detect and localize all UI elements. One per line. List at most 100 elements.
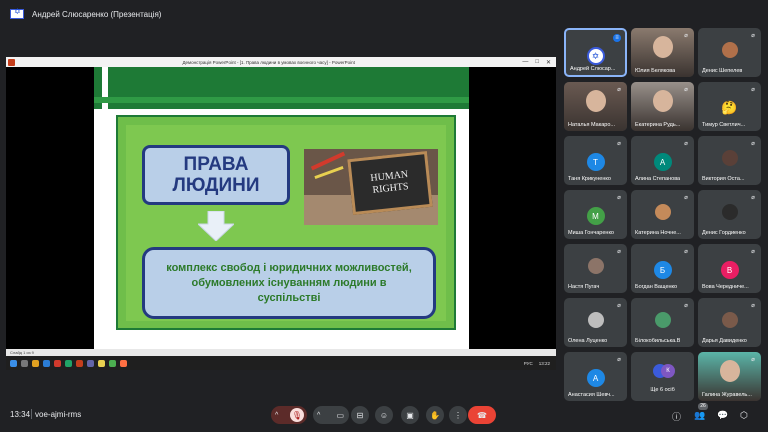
participant-name: Вова Чередниче... bbox=[702, 284, 749, 290]
avatar-photo bbox=[721, 42, 738, 58]
more-vert-icon: ⋮ bbox=[454, 410, 462, 420]
microphone-off-icon[interactable]: 🎙 bbox=[290, 408, 304, 422]
avatar-photo bbox=[654, 312, 671, 328]
human-rights-chalk-text: HUMAN RIGHTS bbox=[369, 169, 410, 196]
avatar-photo bbox=[721, 312, 738, 328]
participant-tile[interactable]: Т ⌀ Таня Крикуненко bbox=[564, 136, 627, 185]
powerpoint-taskbar-icon[interactable] bbox=[76, 359, 83, 367]
more-options-button[interactable]: ⋮ bbox=[449, 406, 467, 424]
meeting-time: 13:34 bbox=[10, 410, 31, 419]
israel-flag-icon bbox=[10, 7, 24, 19]
participant-tile[interactable]: ⌀ Настя Пугач bbox=[564, 244, 627, 293]
raise-hand-button[interactable]: ✋ bbox=[426, 406, 444, 424]
avatar-photo bbox=[652, 36, 673, 58]
activities-icon[interactable]: ⬡ bbox=[740, 410, 748, 421]
microphone-off-icon: ⌀ bbox=[617, 357, 621, 363]
participant-name: Андрей Слюсар... bbox=[570, 66, 616, 72]
participant-count-badge: 26 bbox=[698, 403, 708, 410]
avatar-initial: К bbox=[661, 364, 675, 378]
participant-tile[interactable]: ⌀ Галина Журавель... bbox=[698, 352, 761, 401]
participant-tile[interactable]: ✡ ≡ Андрей Слюсар... bbox=[564, 28, 627, 77]
participant-tile[interactable]: ⌀ Катерина Ночне... bbox=[631, 190, 694, 239]
emoji-button[interactable]: ☺ bbox=[375, 406, 393, 424]
participant-tile[interactable]: Б ⌀ Богдан Ващенко bbox=[631, 244, 694, 293]
participant-name: Олена Луценко bbox=[568, 338, 608, 344]
participant-tile[interactable]: В ⌀ Вова Чередниче... bbox=[698, 244, 761, 293]
app-icon[interactable] bbox=[109, 359, 116, 367]
participant-tile[interactable]: ⌀ Юлия Белякова bbox=[631, 28, 694, 77]
participant-tile[interactable]: ⌀ Дарья Давиденко bbox=[698, 298, 761, 347]
keyboard-language[interactable]: РУС bbox=[524, 361, 533, 366]
participant-tile[interactable]: ⌀ Виктория Оста... bbox=[698, 136, 761, 185]
divider bbox=[31, 409, 32, 419]
powerpoint-statusbar: Слайд 1 из 9 bbox=[6, 349, 556, 356]
participant-tile[interactable]: ⌀ Денис Шепелев bbox=[698, 28, 761, 77]
minimize-button[interactable]: — bbox=[522, 59, 528, 66]
app-icon[interactable] bbox=[98, 359, 105, 367]
search-icon[interactable] bbox=[21, 359, 28, 367]
powerpoint-logo-icon bbox=[8, 58, 15, 66]
participant-name: Богдан Ващенко bbox=[635, 284, 678, 290]
participant-tile[interactable]: ⌀ Олена Луценко bbox=[564, 298, 627, 347]
excel-icon[interactable] bbox=[65, 359, 72, 367]
hand-icon: ✋ bbox=[430, 410, 440, 420]
participant-name: Екатерина Рудь... bbox=[635, 122, 681, 128]
avatar-initial: М bbox=[586, 207, 605, 225]
microphone-toggle[interactable]: ^ 🎙 bbox=[271, 406, 307, 424]
slide-header-band bbox=[94, 67, 469, 109]
avatar-initial: А bbox=[586, 369, 605, 387]
avatar-initial: Т bbox=[586, 153, 605, 171]
definition-box: комплекс свобод і юридичних можливостей,… bbox=[142, 247, 436, 319]
microphone-off-icon: ⌀ bbox=[684, 249, 688, 255]
powerpoint-titlebar: Демонстрація PowerPoint - [1. Права люди… bbox=[6, 57, 556, 67]
participant-tile[interactable]: ⌀ Екатерина Рудь... bbox=[631, 82, 694, 131]
participant-tile[interactable]: А ⌀ Анастасия Шевч... bbox=[564, 352, 627, 401]
captions-button[interactable]: ⊟ bbox=[351, 406, 369, 424]
participant-tile[interactable]: М ⌀ Миша Гончаренко bbox=[564, 190, 627, 239]
info-icon[interactable]: ⓘ bbox=[672, 410, 681, 423]
microphone-off-icon: ⌀ bbox=[751, 357, 755, 363]
hang-up-icon: ☎ bbox=[477, 410, 487, 420]
teams-icon[interactable] bbox=[87, 359, 94, 367]
chat-icon[interactable]: 💬 bbox=[717, 410, 728, 421]
participant-tile[interactable]: ⌀ Наталья Макаро... bbox=[564, 82, 627, 131]
app-icon[interactable] bbox=[120, 359, 127, 367]
participant-tile[interactable]: А ⌀ Алина Степанова bbox=[631, 136, 694, 185]
chrome-icon[interactable] bbox=[54, 359, 61, 367]
people-icon[interactable]: 👥 bbox=[694, 410, 705, 421]
avatar-initial: В bbox=[720, 261, 739, 279]
participant-name: Виктория Оста... bbox=[702, 176, 745, 182]
participant-tile[interactable]: ⌀ Денис Гордиенко bbox=[698, 190, 761, 239]
maximize-button[interactable]: □ bbox=[535, 59, 539, 66]
close-window-button[interactable]: ✕ bbox=[546, 59, 551, 66]
microphone-off-icon: ⌀ bbox=[751, 303, 755, 309]
participant-tile[interactable]: К Ще 6 осіб bbox=[631, 352, 694, 401]
file-explorer-icon[interactable] bbox=[32, 359, 39, 367]
participant-name: Білокобильська.В bbox=[635, 338, 681, 344]
microphone-off-icon: ⌀ bbox=[617, 141, 621, 147]
camera-icon[interactable]: ▭ bbox=[336, 411, 344, 420]
participant-name: Настя Пугач bbox=[568, 284, 600, 290]
microphone-off-icon: ⌀ bbox=[617, 195, 621, 201]
camera-toggle[interactable]: ^ ▭ bbox=[313, 406, 349, 424]
meeting-code: voe-ajmi-rms bbox=[35, 410, 82, 419]
taskbar-clock[interactable]: 13:22 bbox=[539, 361, 550, 366]
microphone-off-icon: ⌀ bbox=[617, 249, 621, 255]
meeting-controls-bar: 13:34 voe-ajmi-rms ^ 🎙 ^ ▭ ⊟ ☺ ▣ ✋ ⋮ ☎ ⓘ… bbox=[0, 400, 768, 432]
present-button[interactable]: ▣ bbox=[401, 406, 419, 424]
participant-tile[interactable]: 🤔 ⌀ Тимур Светлич... bbox=[698, 82, 761, 131]
definition-text: комплекс свобод і юридичних можливостей,… bbox=[166, 261, 412, 304]
avatar-photo bbox=[721, 204, 738, 220]
microphone-off-icon: ⌀ bbox=[684, 303, 688, 309]
participant-tile[interactable]: ⌀ Білокобильська.В bbox=[631, 298, 694, 347]
down-arrow-icon bbox=[198, 211, 234, 241]
leave-call-button[interactable]: ☎ bbox=[468, 406, 496, 424]
windows-start-icon[interactable] bbox=[10, 359, 17, 367]
chevron-up-icon[interactable]: ^ bbox=[275, 412, 278, 419]
rights-title-box: ПРАВА ЛЮДИНИ bbox=[142, 145, 290, 205]
participant-name: Тимур Светлич... bbox=[702, 122, 746, 128]
microphone-off-icon: ⌀ bbox=[751, 141, 755, 147]
chevron-up-icon[interactable]: ^ bbox=[317, 412, 320, 419]
word-icon[interactable] bbox=[43, 359, 50, 367]
participant-name: Таня Крикуненко bbox=[568, 176, 611, 182]
